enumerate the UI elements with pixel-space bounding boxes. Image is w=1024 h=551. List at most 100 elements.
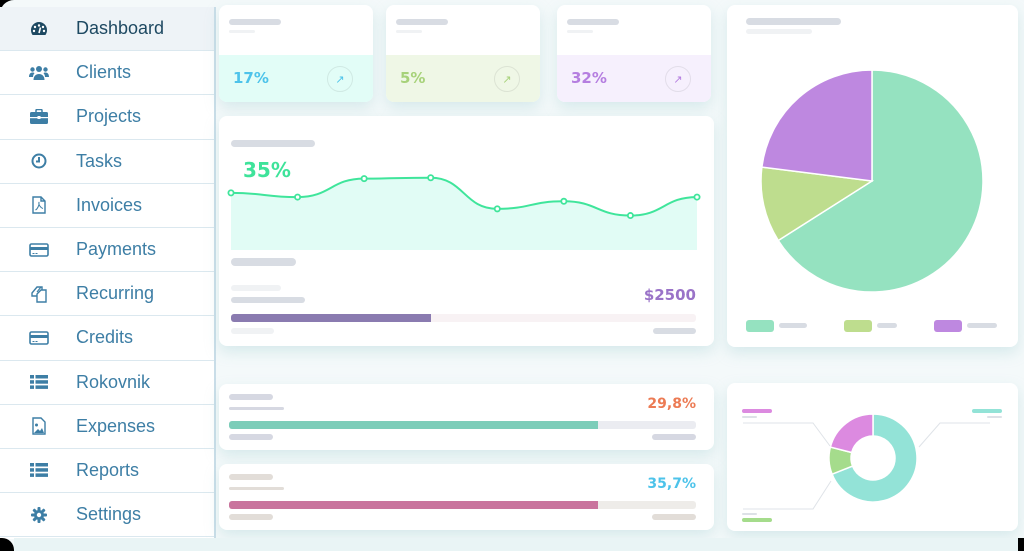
clock-icon <box>28 152 50 170</box>
pie-slice[interactable] <box>761 69 873 182</box>
callout-sub <box>742 416 757 418</box>
window-corner <box>0 538 14 551</box>
pdf-file-icon <box>28 196 50 215</box>
placeholder-sub <box>229 487 284 490</box>
stat-footer: 32% ↗ <box>557 55 711 102</box>
line-point[interactable] <box>693 193 701 201</box>
sidebar-item-expenses[interactable]: Expenses <box>0 405 214 449</box>
stat-card: 32% ↗ <box>557 5 711 102</box>
sidebar-item-label: Credits <box>76 327 134 348</box>
sidebar-item-dashboard[interactable]: Dashboard <box>0 7 214 52</box>
sidebar-item-settings[interactable]: Settings <box>0 493 214 538</box>
sidebar-item-label: Dashboard <box>76 18 165 39</box>
callout-line <box>743 422 831 447</box>
stat-card: 5% ↗ <box>386 5 540 102</box>
line-area <box>231 177 697 250</box>
legend-swatch <box>746 320 774 332</box>
callout-label-teal <box>972 409 1002 413</box>
progress-value: 35,7% <box>647 476 696 492</box>
credit-card-icon <box>28 329 50 347</box>
legend-label-placeholder <box>967 323 997 328</box>
sidebar-item-projects[interactable]: Projects <box>0 95 214 140</box>
users-icon <box>28 64 50 82</box>
placeholder-foot-left <box>229 514 273 520</box>
pie-chart-card <box>727 5 1018 347</box>
amount-value: $2500 <box>643 286 696 304</box>
copy-files-icon <box>28 285 50 303</box>
callout-line <box>918 422 990 448</box>
stat-footer: 17% ↗ <box>219 55 373 102</box>
sidebar: Dashboard Clients Projects Tasks Invoices Pay… <box>0 7 216 539</box>
image-file-icon <box>28 417 50 435</box>
sidebar-item-label: Reports <box>76 459 140 480</box>
placeholder-sub <box>396 30 422 33</box>
legend-label-placeholder <box>779 323 807 328</box>
sidebar-item-reports[interactable]: Reports <box>0 449 214 494</box>
placeholder-foot-right <box>653 328 696 334</box>
sidebar-item-label: Rokovnik <box>76 371 151 392</box>
sidebar-item-payments[interactable]: Payments <box>0 228 214 273</box>
sidebar-item-invoices[interactable]: Invoices <box>0 184 214 228</box>
callout-sub <box>987 416 1002 418</box>
arrow-up-right-icon[interactable]: ↗ <box>665 66 691 92</box>
gear-icon <box>28 506 50 524</box>
placeholder-sub <box>567 30 593 33</box>
donut-slice[interactable] <box>829 413 874 454</box>
placeholder-foot-right <box>652 434 696 440</box>
sidebar-item-credits[interactable]: Credits <box>0 316 214 361</box>
sidebar-item-recurring[interactable]: Recurring <box>0 272 214 317</box>
arrow-up-right-icon[interactable]: ↗ <box>494 66 520 92</box>
progress-track <box>229 421 696 429</box>
placeholder-title <box>746 18 841 25</box>
stat-value: 5% <box>400 69 426 87</box>
donut-chart <box>742 409 1002 522</box>
list-icon <box>28 461 50 479</box>
legend-swatch <box>844 320 872 332</box>
progress-value: 29,8% <box>647 396 696 412</box>
placeholder-foot-left <box>229 434 273 440</box>
line-point[interactable] <box>294 193 302 201</box>
sidebar-item-label: Tasks <box>76 150 123 171</box>
placeholder-title <box>231 140 315 147</box>
donut-chart-card <box>727 383 1018 531</box>
line-point[interactable] <box>227 189 235 197</box>
placeholder-title <box>229 474 273 480</box>
placeholder-sub2 <box>231 297 305 303</box>
placeholder-foot-right <box>652 514 696 520</box>
legend-swatch <box>934 320 962 332</box>
dashboard-gauge-icon <box>28 20 50 38</box>
stat-value: 17% <box>233 69 269 87</box>
sidebar-item-label: Clients <box>76 62 132 83</box>
sidebar-item-rokovnik[interactable]: Rokovnik <box>0 361 214 405</box>
placeholder-title <box>229 394 273 400</box>
callout-sub <box>742 513 757 515</box>
line-point[interactable] <box>626 212 634 220</box>
arrow-up-right-icon[interactable]: ↗ <box>327 66 353 92</box>
line-chart-card: 35% $2500 <box>219 116 714 346</box>
line-point[interactable] <box>427 174 435 182</box>
placeholder-title <box>396 19 448 25</box>
amount-progress-fill <box>231 314 431 322</box>
line-point[interactable] <box>560 197 568 205</box>
callout-label-green <box>742 518 772 522</box>
placeholder-title <box>229 19 281 25</box>
amount-progress-track <box>231 314 696 322</box>
legend-label-placeholder <box>877 323 897 328</box>
list-icon <box>28 373 50 391</box>
callout-label-pink <box>742 409 772 413</box>
sidebar-item-label: Projects <box>76 106 142 127</box>
placeholder-sub <box>746 29 812 34</box>
progress-card: 35,7% <box>219 464 714 530</box>
sidebar-item-tasks[interactable]: Tasks <box>0 140 214 184</box>
sidebar-item-label: Settings <box>76 504 142 525</box>
placeholder-sub <box>229 30 255 33</box>
stat-value: 32% <box>571 69 607 87</box>
sidebar-item-label: Recurring <box>76 283 155 304</box>
line-point[interactable] <box>493 205 501 213</box>
line-chart <box>227 174 701 250</box>
progress-track <box>229 501 696 509</box>
sidebar-item-label: Payments <box>76 239 157 260</box>
sidebar-item-clients[interactable]: Clients <box>0 51 214 96</box>
credit-card-icon <box>28 241 50 259</box>
line-point[interactable] <box>360 175 368 183</box>
